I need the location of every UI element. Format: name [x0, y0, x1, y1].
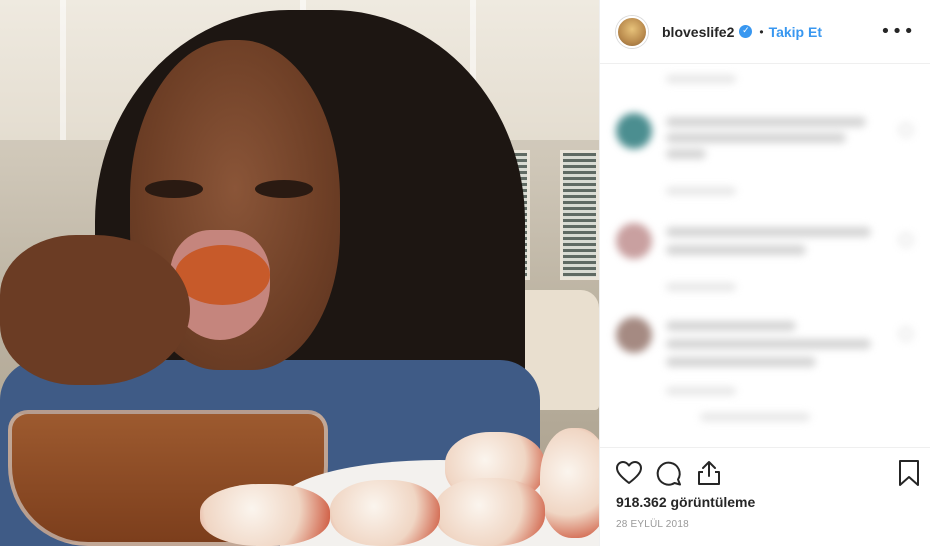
comment-text	[666, 321, 796, 331]
background-window	[560, 150, 599, 280]
more-options-icon[interactable]: •••	[880, 21, 915, 42]
comment-avatar	[616, 113, 652, 149]
post-video[interactable]	[0, 0, 599, 546]
comment-text	[666, 339, 871, 349]
verified-badge-icon: ✓	[739, 25, 753, 38]
lobster-tail	[540, 428, 599, 538]
held-shrimp	[175, 245, 270, 305]
post-side-panel: bloveslife2 ✓ • Takip Et ••• 918.362 gör…	[599, 0, 930, 546]
comment-icon[interactable]	[654, 458, 684, 488]
lobster-tail	[435, 478, 545, 546]
comment-text	[666, 133, 846, 143]
comment-text	[666, 245, 806, 255]
action-icons	[614, 458, 919, 488]
comment-avatar	[616, 317, 652, 353]
comment-meta	[666, 283, 736, 291]
comment-text	[666, 227, 871, 237]
person-eye	[255, 180, 313, 198]
instagram-post-view: bloveslife2 ✓ • Takip Et ••• 918.362 gör…	[0, 0, 930, 546]
comment-meta	[666, 75, 736, 83]
comment-meta	[666, 387, 736, 395]
separator-dot: •	[759, 24, 764, 39]
comment-like-icon[interactable]	[899, 123, 913, 137]
share-icon[interactable]	[694, 458, 724, 488]
lobster-tail	[200, 484, 330, 546]
heart-icon[interactable]	[614, 458, 644, 488]
comment-text	[666, 149, 706, 159]
comment-avatar	[616, 223, 652, 259]
ceiling-beam	[60, 0, 66, 140]
person-eye	[145, 180, 203, 198]
comment-text	[666, 357, 816, 367]
bookmark-icon[interactable]	[894, 458, 924, 488]
avatar[interactable]	[616, 15, 648, 48]
comment-meta	[700, 413, 810, 421]
username-link[interactable]: bloveslife2	[662, 24, 734, 40]
comment-text	[666, 117, 866, 127]
view-count[interactable]: 918.362 görüntüleme	[616, 494, 755, 510]
post-date[interactable]: 28 EYLÜL 2018	[616, 519, 689, 530]
post-header: bloveslife2 ✓ • Takip Et •••	[600, 0, 930, 64]
comment-like-icon[interactable]	[899, 233, 913, 247]
lobster-tail	[330, 480, 440, 546]
follow-button[interactable]: Takip Et	[769, 24, 822, 40]
comment-like-icon[interactable]	[899, 327, 913, 341]
comments-list-blurred	[600, 65, 930, 447]
post-actions: 918.362 görüntüleme 28 EYLÜL 2018	[600, 447, 930, 546]
person-hand	[0, 235, 190, 385]
comment-meta	[666, 187, 736, 195]
